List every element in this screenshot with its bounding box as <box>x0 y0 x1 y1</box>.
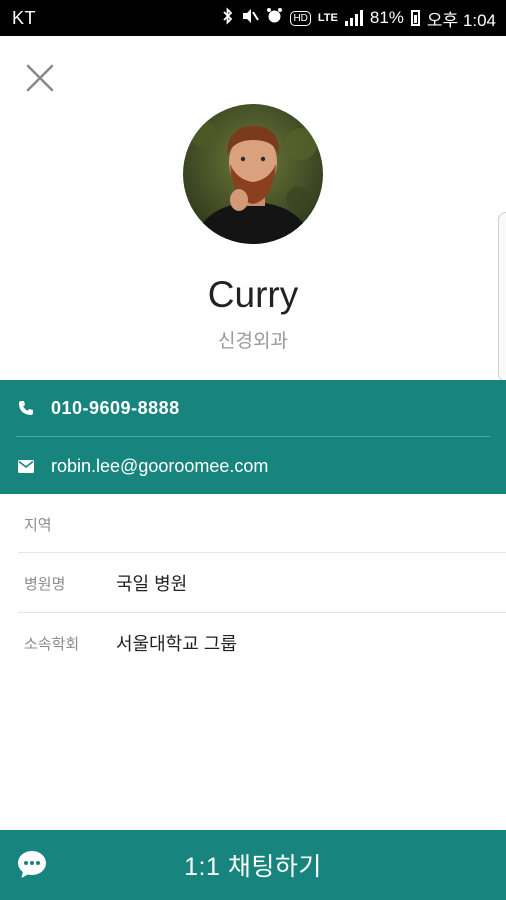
lte-icon: LTE <box>317 11 338 24</box>
phone-row[interactable]: 010-9609-8888 <box>0 380 506 436</box>
close-button[interactable] <box>22 60 58 96</box>
status-icons: HD LTE 81% 오후 1:04 <box>222 6 496 31</box>
battery-percent: 81% <box>369 8 404 27</box>
chat-bubble-icon <box>16 848 48 880</box>
bluetooth-icon <box>222 6 234 30</box>
signal-icon <box>344 10 363 26</box>
profile-photo <box>183 104 323 244</box>
phone-icon <box>17 399 35 417</box>
email-row[interactable]: robin.lee@gooroomee.com <box>0 438 506 494</box>
carrier-label: KT <box>12 7 37 28</box>
contact-section: 010-9609-8888 robin.lee@gooroomee.com <box>0 380 506 494</box>
status-bar: KT HD LTE 81% 오후 1:04 <box>0 0 506 36</box>
info-label: 소속학회 <box>24 635 80 653</box>
profile-department: 신경외과 <box>218 331 288 352</box>
info-row-region: 지역 <box>0 494 506 554</box>
info-value: 국일 병원 <box>116 574 188 594</box>
battery-icon <box>410 10 420 26</box>
chat-button-label: 1:1 채팅하기 <box>184 853 322 881</box>
avatar <box>183 104 323 244</box>
email-address: robin.lee@gooroomee.com <box>51 455 269 476</box>
mute-icon <box>241 8 260 29</box>
info-row-society: 소속학회 서울대학교 그룹 <box>0 613 506 673</box>
close-icon <box>26 64 54 92</box>
info-row-hospital: 병원명 국일 병원 <box>0 553 506 613</box>
profile-name: Curry <box>207 274 299 315</box>
info-label: 지역 <box>24 516 52 534</box>
email-icon <box>17 457 35 475</box>
contact-divider <box>16 436 490 437</box>
info-label: 병원명 <box>24 575 66 593</box>
alarm-icon <box>266 7 283 29</box>
hd-icon: HD <box>290 10 311 26</box>
chat-button[interactable]: 1:1 채팅하기 <box>0 830 506 900</box>
clock: 오후 1:04 <box>426 10 496 30</box>
info-value: 서울대학교 그룹 <box>116 634 237 654</box>
phone-number: 010-9609-8888 <box>51 397 180 418</box>
